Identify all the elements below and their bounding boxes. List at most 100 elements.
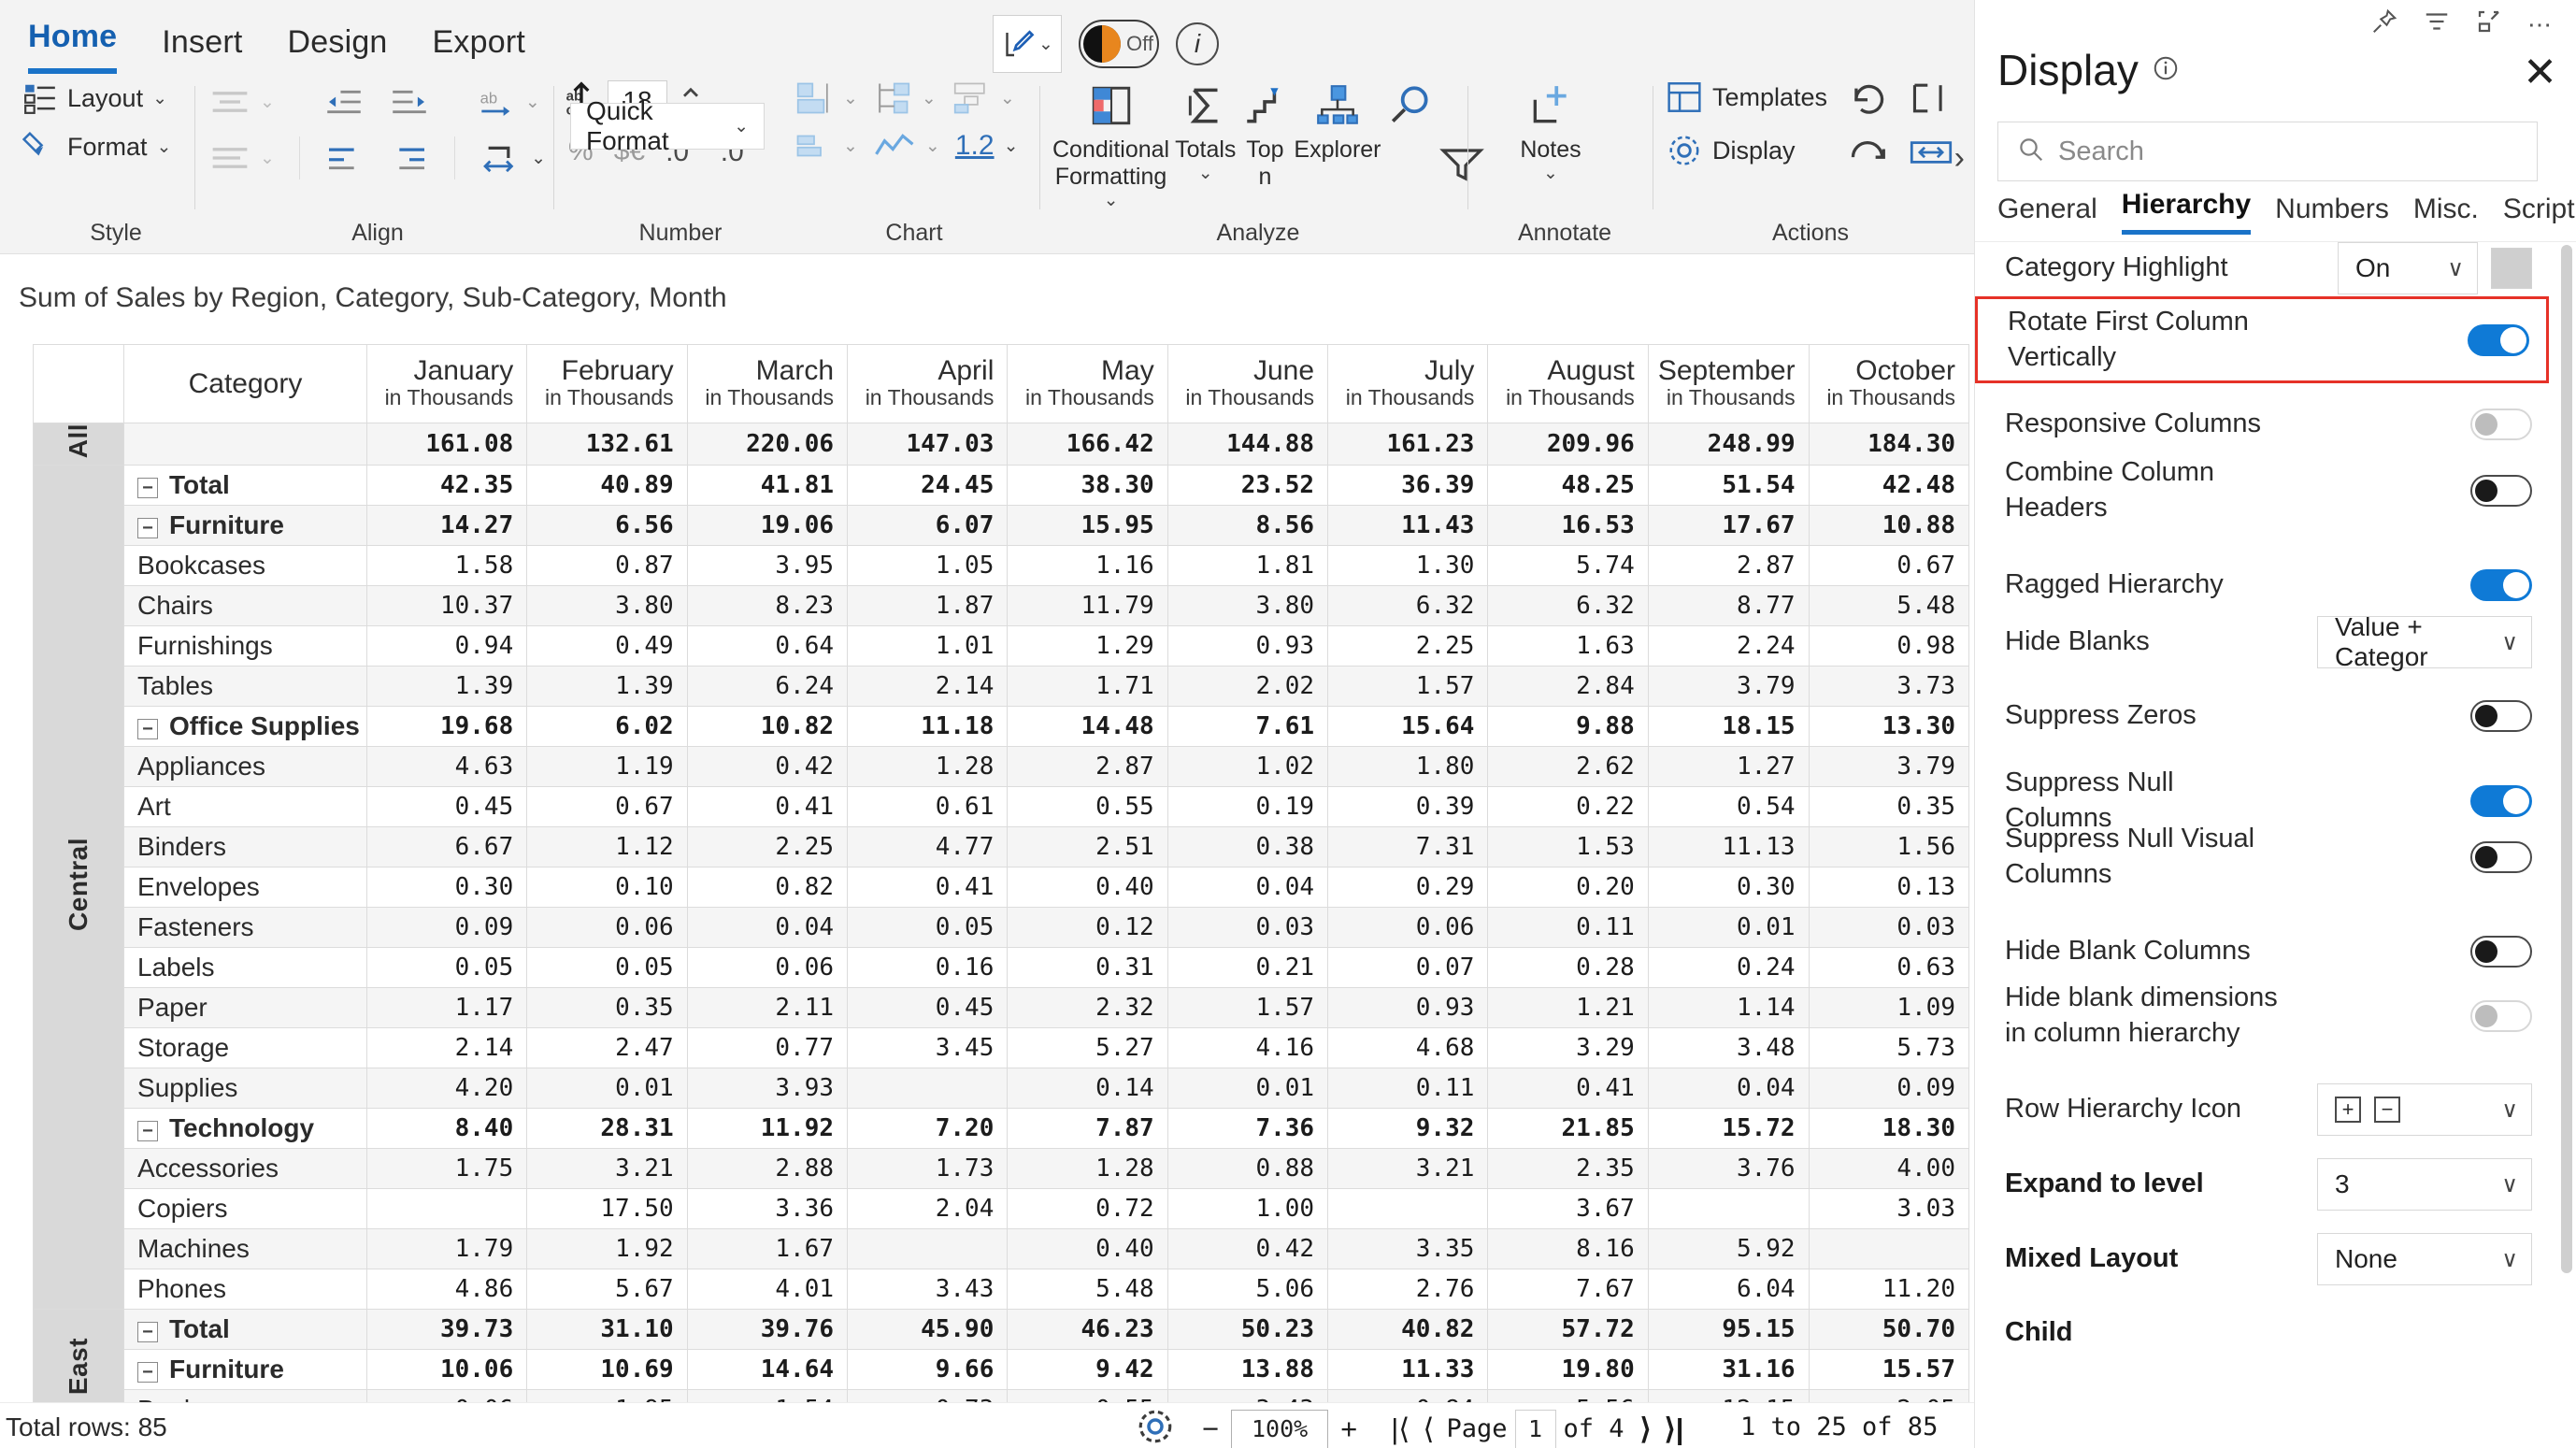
table-cell-value[interactable]: 1.87: [847, 585, 1009, 627]
table-cell-value[interactable]: 19.68: [365, 706, 528, 748]
table-cell-value[interactable]: 4.01: [686, 1269, 849, 1311]
setting-toggle[interactable]: [2470, 569, 2532, 601]
table-cell-value[interactable]: 0.93: [1166, 625, 1329, 667]
first-page-button[interactable]: |⟨: [1384, 1412, 1416, 1446]
row-label-cell[interactable]: Bookcases: [123, 545, 367, 587]
table-cell-value[interactable]: 0.87: [526, 545, 688, 587]
tab-insert[interactable]: Insert: [162, 24, 242, 74]
table-cell-value[interactable]: 0.94: [365, 625, 528, 667]
table-row[interactable]: Chairs 10.37 3.80 8.23 1.87 11.79 3.80 6.32 6.32…: [34, 585, 1969, 627]
table-cell-value[interactable]: 14.64: [686, 1349, 849, 1391]
table-cell-value[interactable]: 1.81: [1166, 545, 1329, 587]
table-row[interactable]: Furnishings 0.94 0.49 0.64 1.01 1.29 0.93 2.25 1…: [34, 625, 1969, 667]
table-cell-value[interactable]: 15.57: [1808, 1349, 1969, 1391]
filter-button[interactable]: [1438, 80, 1484, 194]
row-label-cell[interactable]: Art: [123, 786, 367, 828]
tab-hierarchy[interactable]: Hierarchy: [2121, 189, 2252, 235]
row-label-cell[interactable]: − Furniture: [123, 1349, 367, 1391]
table-cell-value[interactable]: 0.41: [686, 786, 849, 828]
layout-button[interactable]: Layout ⌄: [22, 80, 209, 116]
table-cell-value[interactable]: 13.30: [1808, 706, 1969, 748]
row-label-cell[interactable]: Machines: [123, 1228, 367, 1270]
table-cell-value[interactable]: 3.79: [1647, 666, 1810, 708]
table-cell-value[interactable]: 1.53: [1487, 826, 1649, 868]
table-cell-value[interactable]: 40.82: [1327, 1309, 1489, 1351]
search-input[interactable]: Search: [1997, 122, 2538, 181]
row-label-cell[interactable]: − Technology: [123, 1108, 367, 1150]
column-header-month[interactable]: February in Thousands: [526, 344, 688, 423]
table-cell-value[interactable]: 166.42: [1007, 422, 1168, 466]
table-cell-value[interactable]: 1.56: [1808, 826, 1969, 868]
table-cell-value[interactable]: 11.18: [847, 706, 1009, 748]
table-cell-value[interactable]: [1647, 1188, 1810, 1230]
row-label-cell[interactable]: Phones: [123, 1269, 367, 1311]
table-cell-value[interactable]: 0.03: [1808, 907, 1969, 949]
table-cell-value[interactable]: 0.98: [1808, 625, 1969, 667]
table-cell-value[interactable]: 0.41: [1487, 1068, 1649, 1110]
table-cell-value[interactable]: 248.99: [1647, 422, 1810, 466]
totals-button[interactable]: Totals ⌄: [1175, 80, 1236, 184]
table-cell-value[interactable]: 1.09: [1808, 987, 1969, 1029]
undo-button[interactable]: [1846, 80, 1889, 116]
column-header-month[interactable]: October in Thousands: [1808, 344, 1969, 423]
table-cell-value[interactable]: 0.01: [1166, 1068, 1329, 1110]
table-cell-value[interactable]: 1.92: [526, 1228, 688, 1270]
table-cell-value[interactable]: 0.09: [1808, 1068, 1969, 1110]
table-cell-value[interactable]: [847, 1068, 1009, 1110]
fit-height-button[interactable]: [1908, 80, 1954, 116]
next-page-button[interactable]: ⟩: [1634, 1412, 1658, 1446]
table-cell-value[interactable]: 48.25: [1487, 465, 1649, 507]
table-row[interactable]: Copiers 17.50 3.36 2.04 0.72 1.00 3.67 3.03: [34, 1188, 1969, 1230]
table-row[interactable]: − Furniture 14.27 6.56 19.06 6.07 15.95 8.56 11.…: [34, 505, 1969, 547]
chart-type-tree-button[interactable]: ⌄: [873, 80, 937, 116]
table-cell-value[interactable]: 9.66: [847, 1349, 1009, 1391]
table-cell-value[interactable]: 11.33: [1327, 1349, 1489, 1391]
table-cell-value[interactable]: 2.02: [1166, 666, 1329, 708]
table-cell-value[interactable]: 1.01: [847, 625, 1009, 667]
search-data-button[interactable]: [1387, 80, 1434, 136]
table-cell-value[interactable]: 1.79: [365, 1228, 528, 1270]
table-row[interactable]: Machines 1.79 1.92 1.67 0.40 0.42 3.35 8.16 5.92: [34, 1228, 1969, 1270]
align-vertical-button[interactable]: ⌄: [209, 144, 275, 172]
table-cell-value[interactable]: 1.80: [1327, 746, 1489, 788]
table-cell-value[interactable]: 144.88: [1166, 422, 1329, 466]
table-cell-value[interactable]: 0.29: [1327, 867, 1489, 909]
table-cell-value[interactable]: [1327, 1188, 1489, 1230]
table-cell-value[interactable]: 18.30: [1808, 1108, 1969, 1150]
setting-toggle[interactable]: [2468, 323, 2529, 356]
table-cell-value[interactable]: 0.01: [526, 1068, 688, 1110]
more-options-icon[interactable]: ⋯: [2527, 10, 2552, 39]
zoom-level-input[interactable]: 100%: [1231, 1409, 1329, 1448]
table-cell-value[interactable]: 0.61: [847, 786, 1009, 828]
text-wrap-button[interactable]: ab ⌄: [479, 87, 540, 117]
table-cell-value[interactable]: 0.63: [1808, 947, 1969, 989]
filter-icon[interactable]: [2423, 7, 2451, 42]
expand-panel-icon[interactable]: [2475, 7, 2503, 42]
table-cell-value[interactable]: 10.37: [365, 585, 528, 627]
table-cell-value[interactable]: 23.52: [1166, 465, 1329, 507]
table-cell-value[interactable]: 1.17: [365, 987, 528, 1029]
decrease-indent-button[interactable]: [323, 87, 365, 117]
table-cell-value[interactable]: 0.45: [847, 987, 1009, 1029]
column-header-month[interactable]: March in Thousands: [686, 344, 849, 423]
table-cell-value[interactable]: 1.71: [1007, 666, 1168, 708]
table-cell-value[interactable]: 2.25: [1327, 625, 1489, 667]
table-cell-value[interactable]: 3.36: [686, 1188, 849, 1230]
table-cell-value[interactable]: 19.06: [686, 505, 849, 547]
table-cell-value[interactable]: 0.11: [1487, 907, 1649, 949]
table-cell-value[interactable]: 2.04: [847, 1188, 1009, 1230]
table-cell-value[interactable]: 1.21: [1487, 987, 1649, 1029]
column-header-month[interactable]: September in Thousands: [1647, 344, 1810, 423]
table-cell-value[interactable]: 0.30: [1647, 867, 1810, 909]
column-header-category[interactable]: Category: [123, 344, 367, 423]
collapse-icon[interactable]: −: [137, 478, 159, 499]
pen-mode-toggle[interactable]: Off: [1079, 20, 1159, 68]
format-button[interactable]: Format ⌄: [22, 129, 209, 165]
row-label-cell[interactable]: Tables: [123, 666, 367, 708]
row-label-cell[interactable]: Furnishings: [123, 625, 367, 667]
table-cell-value[interactable]: 2.87: [1007, 746, 1168, 788]
table-cell-value[interactable]: 3.95: [686, 545, 849, 587]
table-cell-value[interactable]: 0.54: [1647, 786, 1810, 828]
table-cell-value[interactable]: 2.88: [686, 1148, 849, 1190]
notes-button[interactable]: Notes ⌄: [1481, 80, 1621, 184]
